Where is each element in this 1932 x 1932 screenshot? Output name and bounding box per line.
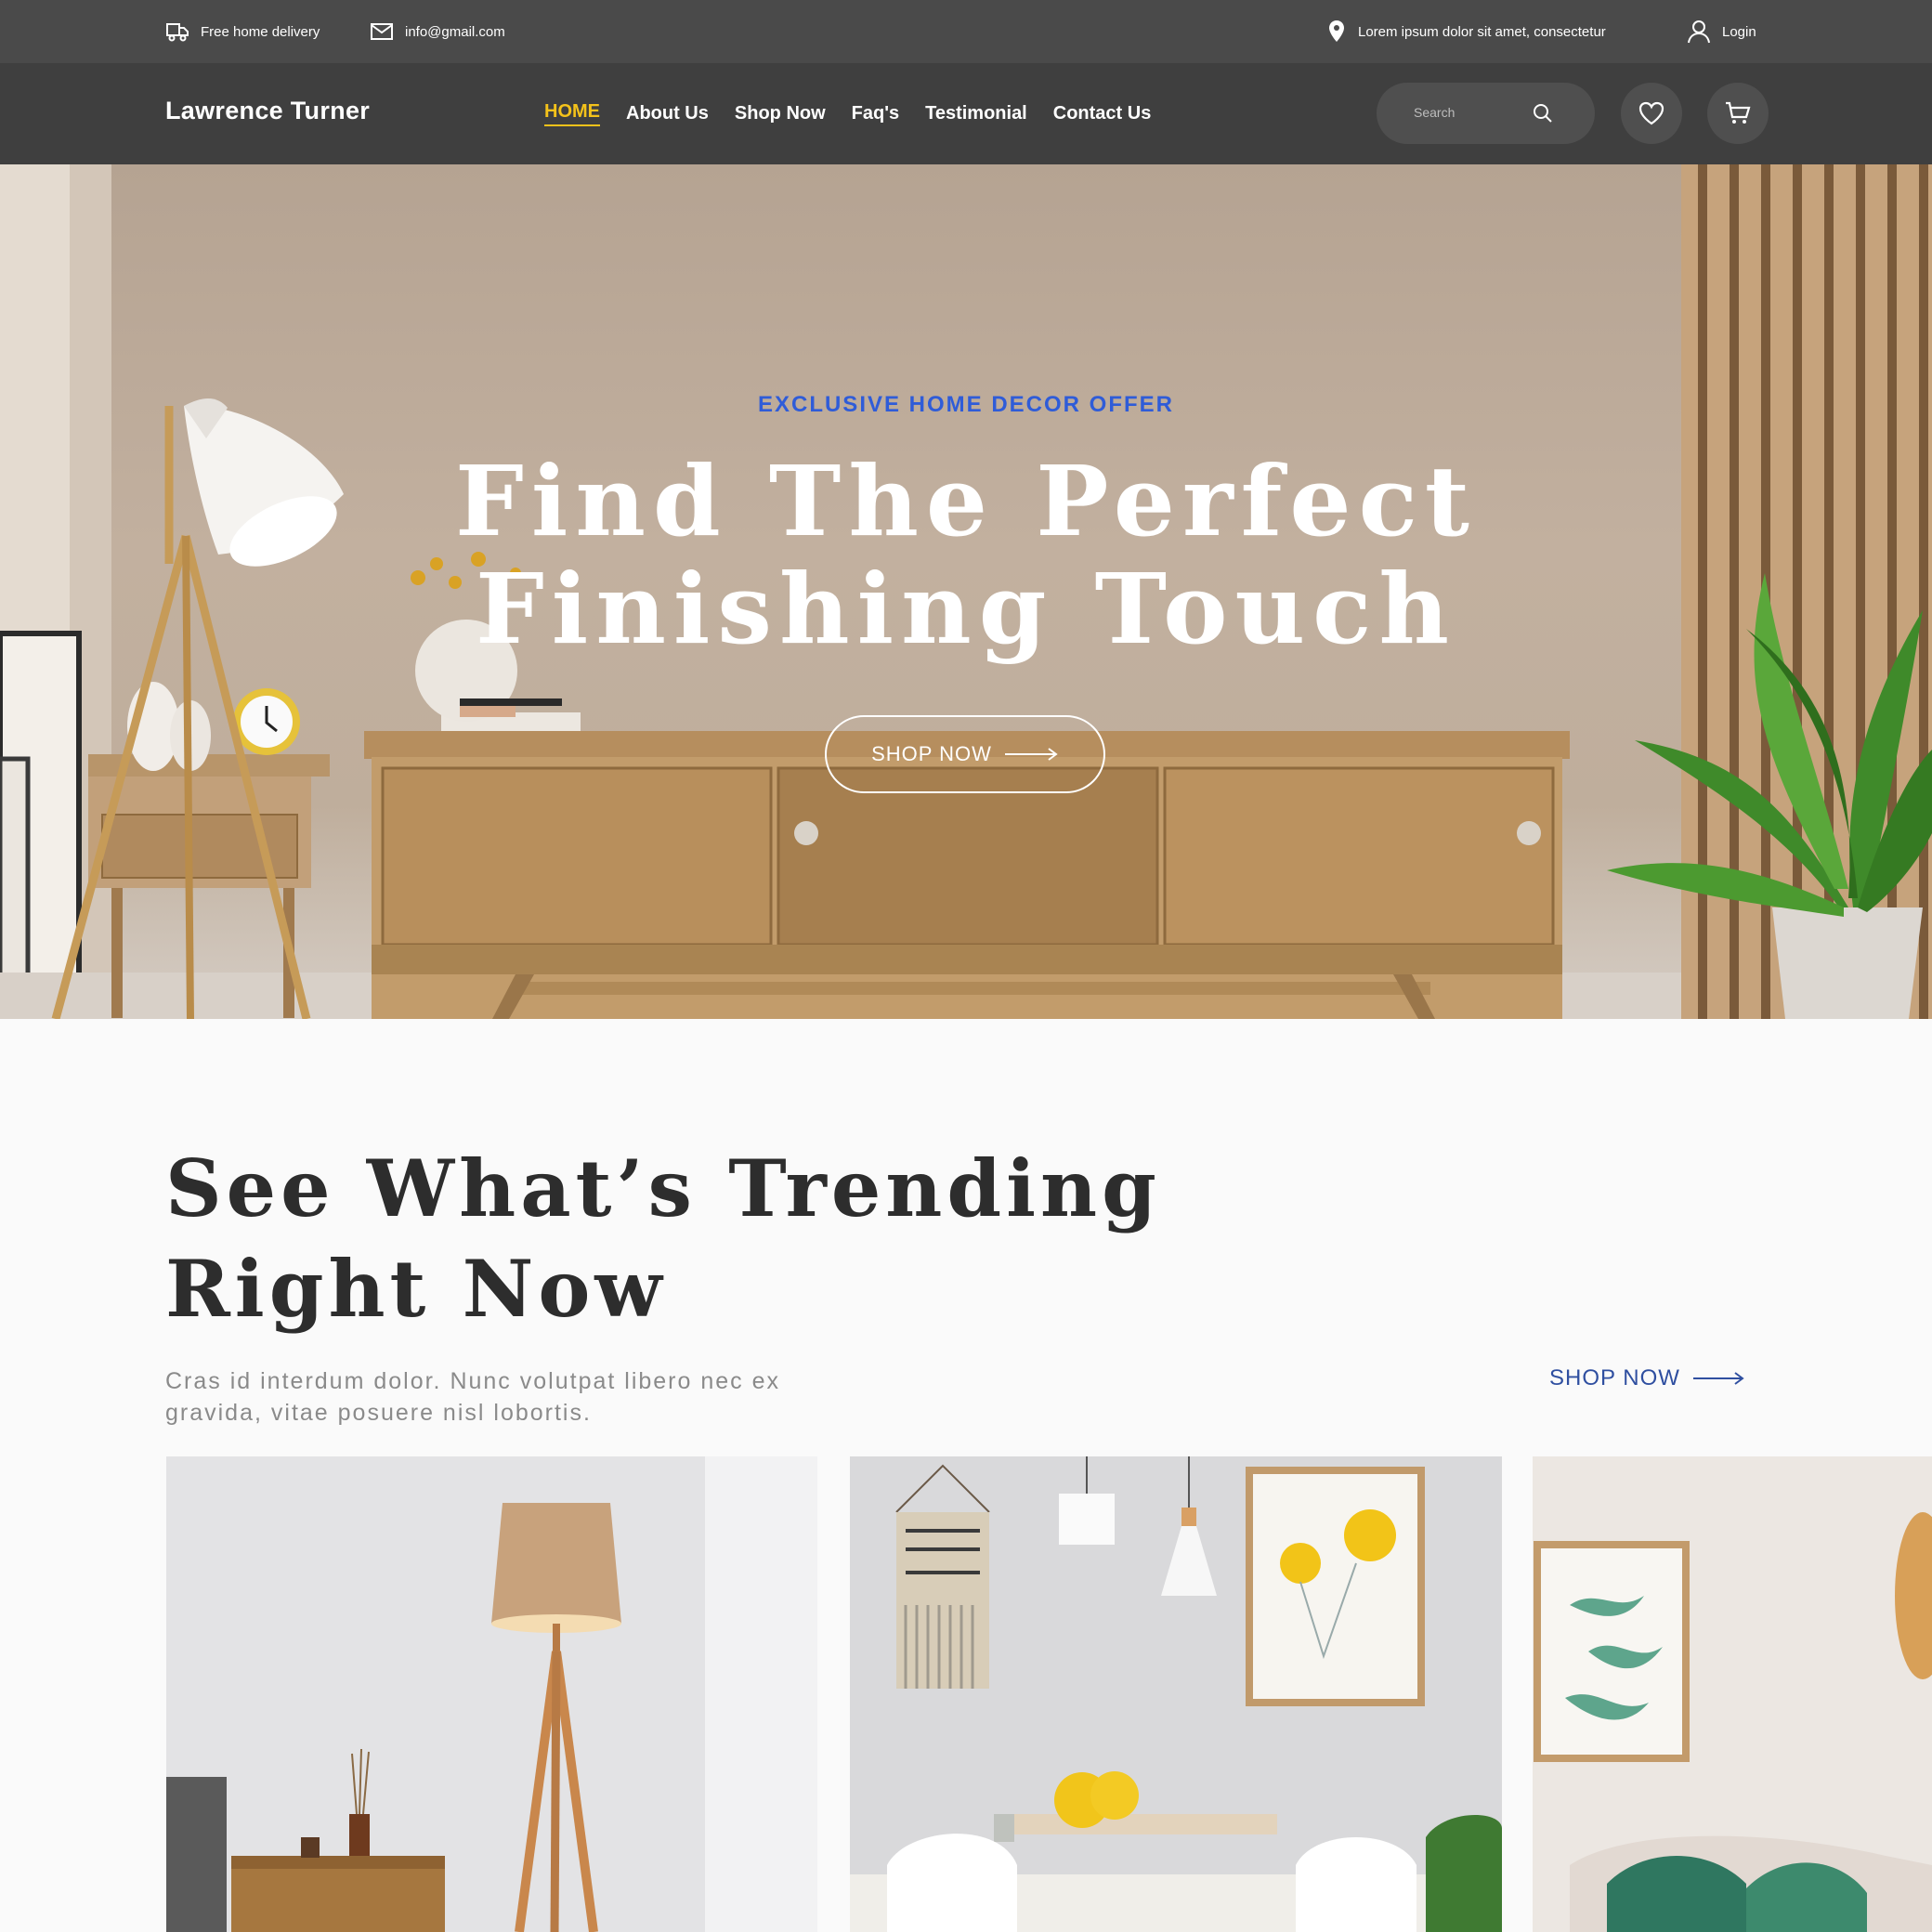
product-card-floor-lamp[interactable] xyxy=(166,1456,817,1932)
hero-title-line2: Finishing Touch xyxy=(475,552,1457,666)
login-link[interactable]: Login xyxy=(1687,0,1756,63)
cart-button[interactable] xyxy=(1707,83,1769,144)
hero-shop-now-button[interactable]: SHOP NOW xyxy=(825,715,1105,793)
trending-title-line2: Right Now xyxy=(165,1243,667,1335)
main-navbar: Lawrence Turner HOME About Us Shop Now F… xyxy=(0,63,1932,164)
nav-link-home[interactable]: HOME xyxy=(544,101,600,126)
login-text: Login xyxy=(1722,23,1756,40)
hero-title: Find The Perfect Finishing Touch xyxy=(0,448,1932,663)
nav-menu: HOME About Us Shop Now Faq's Testimonial… xyxy=(544,63,1151,164)
nav-link-about[interactable]: About Us xyxy=(626,103,709,124)
floor-lamp-image xyxy=(166,1456,817,1932)
wishlist-button[interactable] xyxy=(1621,83,1682,144)
search-icon[interactable] xyxy=(1532,102,1554,124)
truck-icon xyxy=(166,23,189,42)
heart-icon xyxy=(1638,101,1664,125)
email-text: info@gmail.com xyxy=(405,23,505,40)
cart-icon xyxy=(1726,101,1751,124)
hero-button-label: SHOP NOW xyxy=(871,742,992,765)
search-box[interactable]: Search xyxy=(1377,83,1595,144)
location-text: Lorem ipsum dolor sit amet, consectetur xyxy=(1358,23,1606,40)
search-placeholder: Search xyxy=(1414,105,1456,120)
hero-banner: EXCLUSIVE HOME DECOR OFFER Find The Perf… xyxy=(0,164,1932,1019)
location-pin-icon xyxy=(1329,20,1344,42)
email-info[interactable]: info@gmail.com xyxy=(370,0,505,63)
hero-title-line1: Find The Perfect xyxy=(455,444,1477,558)
arrow-right-icon xyxy=(1004,748,1058,761)
nav-link-shop[interactable]: Shop Now xyxy=(735,103,826,124)
user-icon xyxy=(1688,20,1710,44)
trending-shop-now-link[interactable]: SHOP NOW xyxy=(1549,1365,1745,1391)
product-card-dining[interactable] xyxy=(850,1456,1502,1932)
mail-icon xyxy=(371,23,393,40)
location-info: Lorem ipsum dolor sit amet, consectetur xyxy=(1326,0,1606,63)
arrow-right-icon xyxy=(1692,1372,1744,1385)
product-card-living-room[interactable] xyxy=(1533,1456,1932,1932)
hero-eyebrow: EXCLUSIVE HOME DECOR OFFER xyxy=(757,392,1175,417)
trending-title: See What’s Trending Right Now xyxy=(165,1139,1161,1339)
living-room-image xyxy=(1533,1456,1932,1932)
nav-link-faqs[interactable]: Faq's xyxy=(852,103,899,124)
delivery-text: Free home delivery xyxy=(201,23,320,40)
trending-description: Cras id interdum dolor. Nunc volutpat li… xyxy=(165,1368,781,1426)
top-info-bar: Free home delivery info@gmail.com Lorem … xyxy=(0,0,1932,63)
nav-link-contact[interactable]: Contact Us xyxy=(1053,103,1152,124)
nav-link-testimonial[interactable]: Testimonial xyxy=(925,103,1027,124)
delivery-info: Free home delivery xyxy=(165,0,320,63)
trending-title-line1: See What’s Trending xyxy=(165,1142,1161,1234)
trending-link-label: SHOP NOW xyxy=(1549,1365,1680,1390)
dining-room-image xyxy=(850,1456,1502,1932)
brand-logo[interactable]: Lawrence Turner xyxy=(165,97,370,125)
